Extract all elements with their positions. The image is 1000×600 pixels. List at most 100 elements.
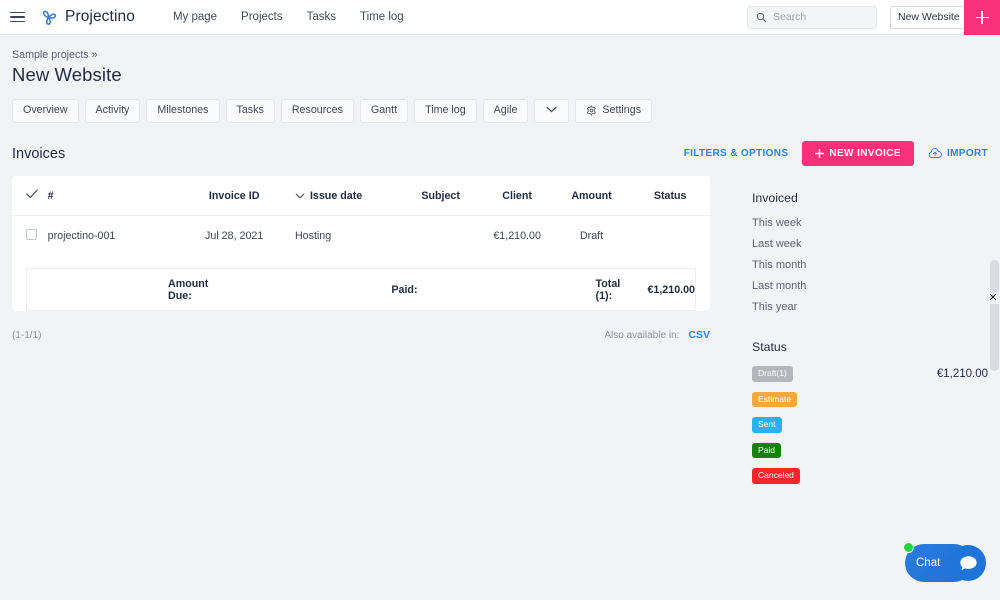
invoices-table-card: # Invoice ID Issue date Subject Client A… <box>12 176 710 312</box>
column-header-issue-date-label: Issue date <box>309 189 363 202</box>
tab-time-log[interactable]: Time log <box>414 99 477 124</box>
chat-label: Chat <box>916 557 941 569</box>
invoices-table-head: # Invoice ID Issue date Subject Client A… <box>12 176 710 217</box>
column-header-invoice-id[interactable]: Invoice ID <box>173 176 295 217</box>
add-new-button[interactable] <box>964 0 1000 35</box>
column-header-issue-date[interactable]: Issue date <box>294 176 400 217</box>
export-csv-link[interactable]: CSV <box>688 329 710 341</box>
status-row-draft: Draft(1) €1,210.00 <box>752 366 988 382</box>
cell-subject <box>400 216 482 257</box>
nav-item-projects[interactable]: Projects <box>229 7 295 27</box>
tab-milestones[interactable]: Milestones <box>146 99 220 124</box>
projectino-logo-icon <box>42 10 57 25</box>
brand-name: Projectino <box>65 8 135 25</box>
tab-gantt[interactable]: Gantt <box>359 99 409 124</box>
sidebar-item-this-week[interactable]: This week <box>752 217 988 229</box>
paid-label: Paid: <box>391 283 418 296</box>
chat-widget[interactable]: Chat <box>903 542 986 582</box>
status-value-draft: €1,210.00 <box>936 368 988 381</box>
brand-logo[interactable]: Projectino <box>39 8 135 27</box>
sidebar-invoiced-title: Invoiced <box>752 191 798 206</box>
search-box[interactable] <box>747 5 877 29</box>
column-header-number[interactable]: # <box>47 176 174 217</box>
check-icon <box>26 189 38 199</box>
status-badge-paid[interactable]: Paid <box>752 442 782 459</box>
vertical-scrollbar[interactable] <box>990 260 999 371</box>
sidebar-divider <box>752 322 988 340</box>
invoices-section-header: Invoices FILTERS & OPTIONS NEW INVOICE I… <box>12 140 988 167</box>
new-invoice-button[interactable]: NEW INVOICE <box>802 141 914 167</box>
tab-overview[interactable]: Overview <box>12 99 79 124</box>
filters-and-options-button[interactable]: FILTERS & OPTIONS <box>684 148 789 159</box>
sidebar-item-last-month[interactable]: Last month <box>752 280 988 292</box>
status-row-paid: Paid <box>752 442 988 459</box>
tab-agile[interactable]: Agile <box>482 99 529 124</box>
close-icon[interactable]: ✕ <box>987 292 999 304</box>
sidebar-item-this-month[interactable]: This month <box>752 259 988 271</box>
column-header-subject[interactable]: Subject <box>399 176 482 217</box>
main-navigation: My page Projects Tasks Time log <box>161 7 416 27</box>
cloud-upload-icon <box>928 148 942 159</box>
chevron-down-icon <box>295 193 305 199</box>
status-badge-canceled[interactable]: Canceled <box>752 468 800 484</box>
tab-tasks[interactable]: Tasks <box>225 99 275 124</box>
nav-item-my-page[interactable]: My page <box>161 7 229 27</box>
chat-pill[interactable]: Chat <box>903 542 986 582</box>
row-checkbox[interactable] <box>26 229 37 241</box>
sidebar-item-last-week[interactable]: Last week <box>752 238 988 250</box>
import-label: IMPORT <box>947 148 988 160</box>
cell-issue-date: Hosting <box>294 230 332 243</box>
status-badge-estimate[interactable]: Estimate <box>752 391 798 408</box>
table-footer: (1-1/1) Also available in: CSV <box>12 329 710 341</box>
cell-amount: €1,210.00 <box>493 230 541 243</box>
tab-resources[interactable]: Resources <box>280 99 354 124</box>
page-body: Sample projects » New Website Overview A… <box>0 49 1000 494</box>
tab-more-menu[interactable] <box>534 99 570 124</box>
table-row[interactable]: projectino-001 Jul 28, 2021 Hosting €1,2… <box>12 216 710 257</box>
issue-date-sort[interactable]: Issue date <box>295 190 362 202</box>
status-row-sent: Sent <box>752 417 988 433</box>
column-select-all[interactable] <box>12 176 48 217</box>
export-group: Also available in: CSV <box>604 329 710 341</box>
status-badge-draft[interactable]: Draft(1) <box>752 366 793 382</box>
column-header-amount[interactable]: Amount <box>552 176 631 217</box>
nav-item-tasks[interactable]: Tasks <box>295 7 348 27</box>
new-invoice-label: NEW INVOICE <box>829 148 901 160</box>
top-navigation-bar: Projectino My page Projects Tasks Time l… <box>0 0 1000 35</box>
status-badge-sent[interactable]: Sent <box>752 417 782 433</box>
tab-activity[interactable]: Activity <box>84 99 141 124</box>
invoices-column: # Invoice ID Issue date Subject Client A… <box>12 167 710 341</box>
cell-trailing <box>630 216 710 257</box>
invoice-actions: FILTERS & OPTIONS NEW INVOICE IMPORT <box>684 141 988 167</box>
cell-status: Draft <box>579 230 604 243</box>
status-row-canceled: Canceled <box>752 468 988 484</box>
chat-bubble-button[interactable] <box>950 545 986 581</box>
column-header-status[interactable]: Status <box>630 176 710 217</box>
top-bar-right-group: New Website <box>747 5 991 29</box>
tab-settings[interactable]: Settings <box>575 99 653 124</box>
project-select-value: New Website <box>898 11 960 23</box>
hamburger-menu-icon[interactable] <box>0 0 34 35</box>
nav-item-time-log[interactable]: Time log <box>348 7 416 27</box>
invoices-sidebar: Invoiced This week Last week This month … <box>710 167 988 494</box>
search-input[interactable] <box>773 11 868 23</box>
cell-invoice-id: Jul 28, 2021 <box>205 230 264 243</box>
cell-number[interactable]: projectino-001 <box>48 216 174 257</box>
online-dot-icon <box>903 542 914 553</box>
search-icon <box>756 12 767 22</box>
total-label: Total (1): <box>595 277 621 302</box>
column-header-client[interactable]: Client <box>481 176 553 217</box>
import-button[interactable]: IMPORT <box>928 148 988 159</box>
sidebar-status-title: Status <box>752 340 787 355</box>
sidebar-item-this-year[interactable]: This year <box>752 301 988 313</box>
total-value: €1,210.00 <box>647 283 695 296</box>
content-split: # Invoice ID Issue date Subject Client A… <box>12 167 988 494</box>
breadcrumb[interactable]: Sample projects » <box>12 49 988 61</box>
also-available-label: Also available in: <box>604 329 680 341</box>
tab-settings-label: Settings <box>602 104 642 116</box>
row-checkbox-cell <box>12 216 48 257</box>
invoices-table: # Invoice ID Issue date Subject Client A… <box>12 176 710 256</box>
pagination-info: (1-1/1) <box>12 329 42 341</box>
gear-icon <box>587 105 597 116</box>
amount-due-label: Amount Due: <box>168 277 209 302</box>
